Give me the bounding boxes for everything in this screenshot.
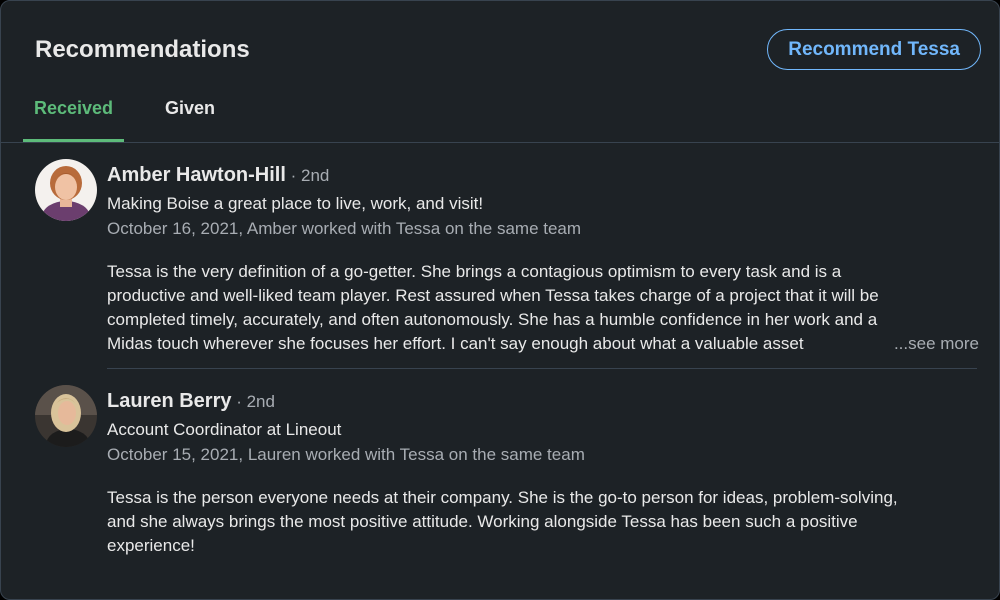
recommendation-item: Lauren Berry · 2nd Account Coordinator a… (1, 370, 999, 580)
section-title: Recommendations (35, 36, 250, 63)
recommendation-text-line: experience! (107, 536, 195, 555)
recommendation-item: Amber Hawton-Hill · 2nd Making Boise a g… (1, 144, 999, 369)
recommendation-meta: October 16, 2021, Amber worked with Tess… (107, 219, 582, 238)
see-more-link[interactable]: ...see more (879, 332, 979, 356)
recommendation-text-line: productive and well-liked team player. R… (107, 286, 879, 305)
recommender-headline: Making Boise a great place to live, work… (107, 194, 484, 213)
section-header: Recommendations Recommend Tessa (1, 1, 999, 71)
avatar[interactable] (35, 159, 97, 221)
tab-received[interactable]: Received (23, 85, 124, 142)
connection-degree: · 2nd (285, 166, 330, 185)
recommend-button[interactable]: Recommend Tessa (767, 29, 981, 70)
tab-bar: Received Given (1, 85, 999, 143)
recommendation-text-line: and she always brings the most positive … (107, 512, 858, 531)
recommendation-text-line: completed timely, accurately, and often … (107, 310, 878, 329)
recommendation-text: Tessa is the very definition of a go-get… (107, 260, 979, 356)
recommender-name[interactable]: Lauren Berry (107, 390, 232, 412)
recommendation-text-line: Tessa is the person everyone needs at th… (107, 488, 898, 507)
avatar[interactable] (35, 385, 97, 447)
recommendation-text-line: Midas touch wherever she focuses her eff… (107, 334, 804, 353)
connection-degree: · 2nd (231, 392, 275, 411)
recommender-headline: Account Coordinator at Lineout (107, 420, 342, 439)
recommender-name[interactable]: Amber Hawton-Hill (107, 164, 286, 186)
recommendation-text-line: Tessa is the very definition of a go-get… (107, 262, 842, 281)
divider (107, 368, 977, 369)
recommendations-card: Recommendations Recommend Tessa Received… (0, 0, 1000, 600)
tab-given[interactable]: Given (151, 85, 229, 142)
recommendation-text: Tessa is the person everyone needs at th… (107, 486, 979, 558)
recommendation-meta: October 15, 2021, Lauren worked with Tes… (107, 445, 585, 464)
